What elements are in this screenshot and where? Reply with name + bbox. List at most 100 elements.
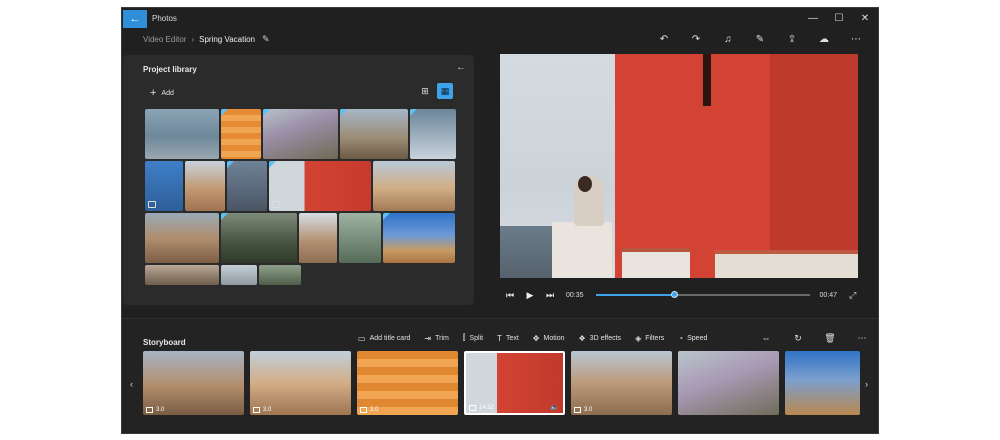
resize-icon[interactable]: ⇔ bbox=[750, 333, 782, 344]
rotate-icon[interactable]: ↻ bbox=[782, 333, 814, 344]
video-badge-icon bbox=[148, 201, 156, 208]
library-thumbnail[interactable] bbox=[259, 265, 301, 285]
tool-label: Text bbox=[505, 334, 519, 342]
3d-effects-button[interactable]: ❖ 3D effects bbox=[579, 334, 622, 343]
library-thumbnail[interactable] bbox=[221, 109, 261, 159]
clip-duration-text: 14.52 bbox=[479, 405, 495, 411]
rename-pencil-icon[interactable]: ✎ bbox=[262, 34, 270, 45]
storyboard-clip[interactable] bbox=[785, 351, 860, 415]
volume-icon[interactable]: 🔈 bbox=[550, 403, 559, 411]
small-grid-view-icon[interactable]: ▦ bbox=[437, 83, 453, 99]
current-time: 00:35 bbox=[566, 291, 584, 299]
preview-tower-slot bbox=[703, 54, 711, 106]
storyboard-icon-buttons: ⇔ ↻ 🗑 ⋯ bbox=[750, 333, 878, 344]
add-label: Add bbox=[161, 89, 174, 97]
breadcrumb-video-editor[interactable]: Video Editor bbox=[143, 35, 186, 44]
chevron-right-icon: › bbox=[191, 34, 195, 44]
library-thumbnail[interactable] bbox=[410, 109, 456, 159]
tool-label: Split bbox=[469, 334, 484, 342]
cloud-icon[interactable]: ☁ bbox=[808, 30, 840, 48]
undo-icon[interactable]: ↶ bbox=[648, 30, 680, 48]
window-controls: — ☐ ✕ bbox=[800, 8, 878, 28]
library-thumbnail[interactable] bbox=[145, 213, 219, 263]
trim-button[interactable]: ⇥ Trim bbox=[424, 334, 448, 343]
video-preview[interactable] bbox=[500, 54, 858, 278]
storyboard-clip[interactable]: 3.0 bbox=[250, 351, 351, 415]
storyboard-clip[interactable]: 3.0 bbox=[357, 351, 458, 415]
storyboard-clip[interactable]: 3.0 bbox=[571, 351, 672, 415]
scroll-left-icon[interactable]: ‹ bbox=[130, 379, 133, 389]
skip-forward-icon[interactable]: ⏭ bbox=[540, 290, 560, 301]
close-button[interactable]: ✕ bbox=[852, 8, 878, 28]
video-badge-icon bbox=[272, 201, 280, 208]
redo-icon[interactable]: ↷ bbox=[680, 30, 712, 48]
preview-wall bbox=[622, 248, 690, 278]
video-icon bbox=[469, 405, 476, 411]
library-thumbnail[interactable] bbox=[145, 109, 219, 159]
app-title: Photos bbox=[152, 13, 177, 23]
library-title: Project library bbox=[143, 65, 197, 74]
storyboard-title: Storyboard bbox=[143, 338, 186, 347]
photos-window: ← Photos — ☐ ✕ Video Editor › Spring Vac… bbox=[121, 7, 879, 434]
collapse-arrow-icon[interactable]: ← bbox=[456, 62, 466, 73]
library-thumbnail[interactable] bbox=[185, 161, 225, 211]
minimize-button[interactable]: — bbox=[800, 8, 826, 28]
selected-marker bbox=[410, 109, 417, 116]
library-thumbnail[interactable] bbox=[145, 265, 219, 285]
library-thumbnail[interactable] bbox=[373, 161, 455, 211]
large-grid-view-icon[interactable]: ⊞ bbox=[417, 83, 433, 99]
scroll-right-icon[interactable]: › bbox=[865, 379, 868, 389]
clip-duration-text: 3.0 bbox=[156, 407, 165, 413]
tool-label: Filters bbox=[645, 334, 665, 342]
tool-label: 3D effects bbox=[589, 334, 622, 342]
text-button[interactable]: T Text bbox=[497, 334, 519, 343]
library-thumbnail[interactable] bbox=[263, 109, 338, 159]
top-toolbar: ↶ ↷ ♫ ✎ ⇪ ☁ ⋯ bbox=[648, 30, 872, 48]
skip-back-icon[interactable]: ⏮ bbox=[500, 290, 520, 301]
selected-marker bbox=[221, 213, 228, 220]
library-thumbnail[interactable] bbox=[145, 161, 183, 211]
maximize-button[interactable]: ☐ bbox=[826, 8, 852, 28]
library-thumbnail[interactable] bbox=[227, 161, 267, 211]
back-button[interactable]: ← bbox=[123, 9, 147, 28]
title-bar: ← Photos — ☐ ✕ bbox=[122, 8, 878, 28]
play-icon[interactable]: ▶ bbox=[520, 290, 540, 301]
selected-marker bbox=[383, 213, 390, 220]
more-options-icon[interactable]: ⋯ bbox=[846, 333, 878, 344]
add-button[interactable]: + Add bbox=[150, 87, 174, 99]
text-icon: T bbox=[497, 333, 502, 343]
motion-button[interactable]: ✥ Motion bbox=[533, 334, 565, 343]
project-name: Spring Vacation bbox=[199, 34, 255, 44]
library-thumbnail[interactable] bbox=[383, 213, 455, 263]
library-thumbnail[interactable] bbox=[339, 213, 381, 263]
selected-marker bbox=[227, 161, 234, 168]
motion-icon: ✥ bbox=[532, 333, 540, 343]
more-options-icon[interactable]: ⋯ bbox=[840, 30, 872, 48]
project-library-panel: Project library ← + Add ⊞ ▦ bbox=[123, 55, 474, 305]
library-thumbnail[interactable] bbox=[299, 213, 337, 263]
seek-bar-handle[interactable] bbox=[670, 291, 678, 298]
selected-marker bbox=[221, 109, 228, 116]
storyboard-clip[interactable] bbox=[678, 351, 779, 415]
delete-icon[interactable]: 🗑 bbox=[814, 333, 846, 344]
split-button[interactable]: ⫿ Split bbox=[463, 333, 483, 343]
clip-duration-text: 3.0 bbox=[263, 407, 272, 413]
library-thumbnail[interactable] bbox=[221, 265, 257, 285]
library-thumbnail[interactable] bbox=[269, 161, 371, 211]
selected-marker bbox=[269, 161, 276, 168]
seek-bar-fill bbox=[595, 294, 675, 296]
library-thumbnail[interactable] bbox=[340, 109, 408, 159]
storyboard-clip-selected[interactable]: 14.52 🔈 bbox=[464, 351, 565, 415]
filters-button[interactable]: ◈ Filters bbox=[635, 334, 664, 343]
share-icon[interactable]: ⇪ bbox=[776, 30, 808, 48]
seek-bar[interactable] bbox=[595, 291, 810, 298]
background-music-icon[interactable]: ♫ bbox=[712, 30, 744, 48]
fullscreen-icon[interactable]: ⤢ bbox=[849, 290, 856, 301]
speed-icon: ◔ bbox=[678, 333, 684, 343]
custom-audio-icon[interactable]: ✎ bbox=[744, 30, 776, 48]
storyboard-clip[interactable]: 3.0 bbox=[143, 351, 244, 415]
plus-icon: + bbox=[150, 87, 157, 99]
add-title-card-button[interactable]: ▭ Add title card bbox=[358, 334, 410, 343]
library-thumbnail[interactable] bbox=[221, 213, 297, 263]
speed-button[interactable]: ◔ Speed bbox=[678, 334, 707, 343]
